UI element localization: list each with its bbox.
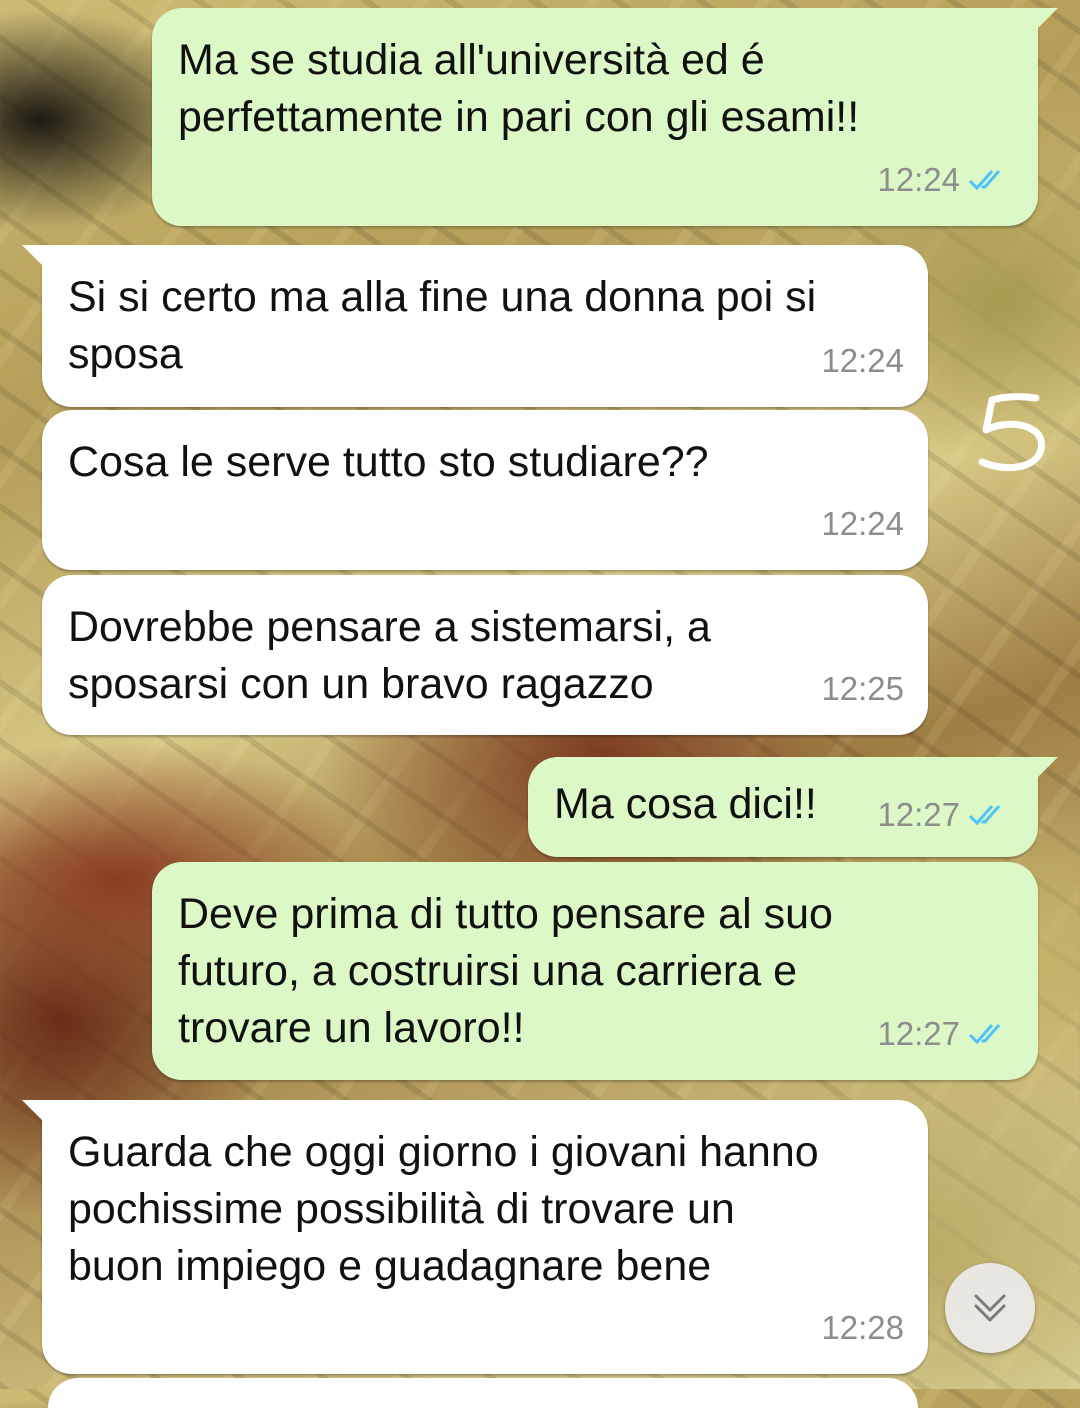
- message-bubble-outgoing[interactable]: Ma se studia all'università ed é perfett…: [152, 8, 1058, 226]
- scroll-to-bottom-button[interactable]: [945, 1263, 1035, 1353]
- bubble-tail: [1032, 757, 1058, 783]
- message-text: Guarda che oggi giorno i giovani hanno p…: [68, 1128, 819, 1290]
- message-text: Si si certo ma alla fine una donna poi s…: [68, 273, 817, 378]
- message-text: Deve prima di tutto pensare al suo futur…: [178, 890, 833, 1052]
- message-meta: 12:27: [877, 786, 1012, 843]
- message-time: 12:27: [877, 796, 960, 833]
- message-time: 12:25: [821, 670, 904, 707]
- next-message-peek: [48, 1378, 918, 1408]
- double-check-icon: [968, 169, 1001, 190]
- bubble-tail: [1032, 8, 1058, 34]
- message-time: 12:28: [821, 1309, 904, 1346]
- bubble-tail: [22, 1100, 48, 1126]
- message-time: 12:24: [877, 161, 960, 198]
- message-meta: 12:27: [877, 1005, 1012, 1062]
- message-text: Ma cosa dici!!: [554, 780, 817, 828]
- message-bubble-incoming[interactable]: Dovrebbe pensare a sistemarsi, a sposars…: [42, 575, 928, 735]
- message-text: Cosa le serve tutto sto studiare??: [68, 438, 709, 486]
- double-chevron-down-icon: [974, 1294, 1006, 1322]
- message-meta: 12:24: [877, 151, 1012, 208]
- message-time: 12:24: [821, 505, 904, 542]
- message-time: 12:24: [821, 342, 904, 379]
- message-bubble-outgoing[interactable]: Deve prima di tutto pensare al suo futur…: [152, 862, 1038, 1080]
- double-check-icon: [968, 804, 1001, 825]
- message-bubble-incoming[interactable]: Si si certo ma alla fine una donna poi s…: [22, 245, 928, 407]
- handwritten-number-annotation: [978, 393, 1046, 472]
- message-meta: 12:25: [821, 660, 904, 717]
- message-meta: 12:24: [821, 495, 904, 552]
- message-meta: 12:28: [821, 1299, 904, 1356]
- message-text: Ma se studia all'università ed é perfett…: [178, 36, 860, 141]
- message-meta: 12:24: [821, 332, 904, 389]
- message-bubble-incoming[interactable]: Guarda che oggi giorno i giovani hanno p…: [22, 1100, 928, 1374]
- message-bubble-incoming[interactable]: Cosa le serve tutto sto studiare?? 12:24: [42, 410, 928, 570]
- double-check-icon: [968, 1023, 1001, 1044]
- message-text: Dovrebbe pensare a sistemarsi, a sposars…: [68, 603, 711, 708]
- message-time: 12:27: [877, 1015, 960, 1052]
- bubble-tail: [22, 245, 48, 271]
- message-bubble-outgoing[interactable]: Ma cosa dici!! 12:27: [528, 757, 1058, 857]
